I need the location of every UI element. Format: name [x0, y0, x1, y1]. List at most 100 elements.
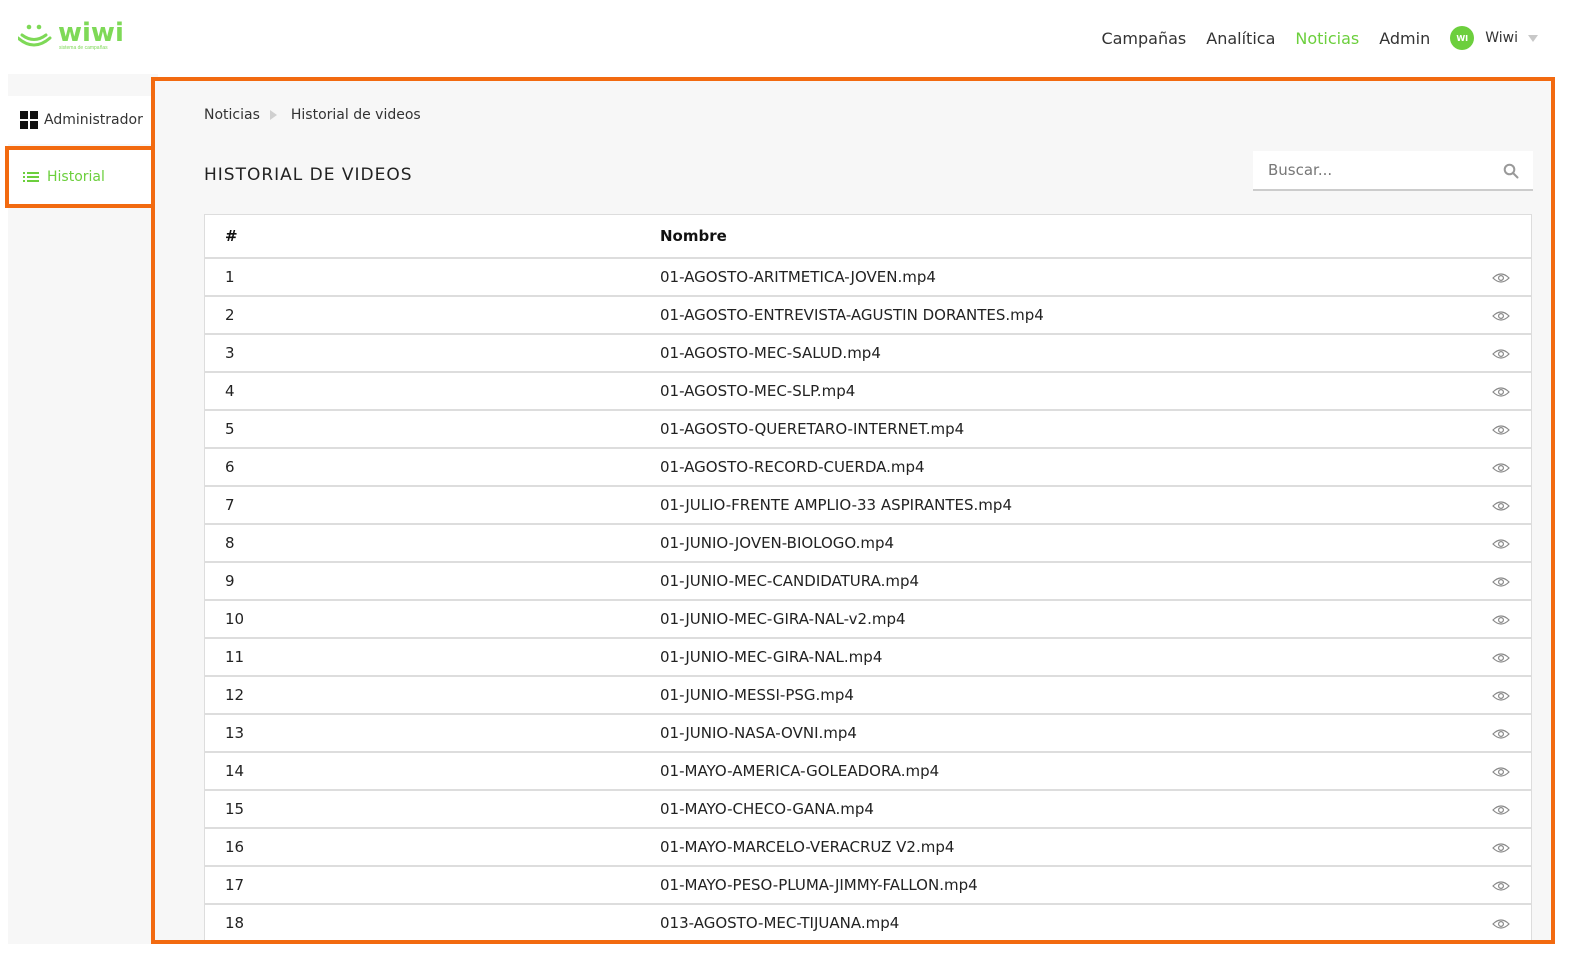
- table-row: 11 01-JUNIO-MEC-GIRA-NAL.mp4: [205, 638, 1531, 677]
- table-row: 3 01-AGOSTO-MEC-SALUD.mp4: [205, 334, 1531, 373]
- table-row: 13 01-JUNIO-NASA-OVNI.mp4: [205, 714, 1531, 753]
- row-view-action: [1471, 904, 1531, 940]
- row-number: 11: [205, 638, 660, 677]
- row-video-name: 013-AGOSTO-MEC-TIJUANA.mp4: [660, 904, 1471, 940]
- search-box: [1253, 151, 1533, 191]
- row-video-name: 01-AGOSTO-ARITMETICA-JOVEN.mp4: [660, 258, 1471, 297]
- row-view-action: [1471, 258, 1531, 297]
- row-number: 1: [205, 258, 660, 297]
- avatar: WI: [1450, 26, 1475, 50]
- column-header-num: #: [205, 215, 660, 259]
- eye-icon[interactable]: [1492, 728, 1510, 740]
- sidebar: Administrador Historial: [5, 74, 161, 944]
- grid-icon: [20, 111, 38, 129]
- sidebar-item-label: Administrador: [44, 112, 143, 128]
- page-title: HISTORIAL DE VIDEOS: [204, 165, 413, 185]
- row-view-action: [1471, 790, 1531, 829]
- row-video-name: 01-MAYO-MARCELO-VERACRUZ V2.mp4: [660, 828, 1471, 867]
- eye-icon[interactable]: [1492, 310, 1510, 322]
- row-number: 6: [205, 448, 660, 487]
- eye-icon[interactable]: [1492, 842, 1510, 854]
- breadcrumb-separator-icon: [269, 110, 277, 120]
- brand-name: wiwi: [58, 18, 124, 48]
- row-video-name: 01-JUNIO-MESSI-PSG.mp4: [660, 676, 1471, 715]
- row-video-name: 01-AGOSTO-RECORD-CUERDA.mp4: [660, 448, 1471, 487]
- eye-icon[interactable]: [1492, 462, 1510, 474]
- row-number: 16: [205, 828, 660, 867]
- eye-icon[interactable]: [1492, 272, 1510, 284]
- eye-icon[interactable]: [1492, 614, 1510, 626]
- nav-analitica[interactable]: Analítica: [1206, 29, 1275, 48]
- table-row: 14 01-MAYO-AMERICA-GOLEADORA.mp4: [205, 752, 1531, 791]
- row-video-name: 01-JULIO-FRENTE AMPLIO-33 ASPIRANTES.mp4: [660, 486, 1471, 525]
- row-video-name: 01-JUNIO-NASA-OVNI.mp4: [660, 714, 1471, 753]
- row-view-action: [1471, 752, 1531, 791]
- eye-icon[interactable]: [1492, 576, 1510, 588]
- row-number: 15: [205, 790, 660, 829]
- row-view-action: [1471, 448, 1531, 487]
- eye-icon[interactable]: [1492, 348, 1510, 360]
- nav-campanas[interactable]: Campañas: [1101, 29, 1186, 48]
- sidebar-item-label: Historial: [47, 169, 105, 185]
- breadcrumb-noticias[interactable]: Noticias: [204, 107, 260, 123]
- brand-tagline: sistema de campañas: [59, 45, 108, 51]
- sidebar-item-administrador[interactable]: Administrador: [8, 96, 158, 144]
- row-video-name: 01-JUNIO-MEC-GIRA-NAL.mp4: [660, 638, 1471, 677]
- chevron-down-icon: [1528, 34, 1538, 42]
- nav-noticias[interactable]: Noticias: [1295, 29, 1359, 48]
- column-header-actions: [1471, 215, 1531, 259]
- row-number: 3: [205, 334, 660, 373]
- row-number: 8: [205, 524, 660, 563]
- row-number: 9: [205, 562, 660, 601]
- row-view-action: [1471, 714, 1531, 753]
- wiwi-logo[interactable]: wiwi sistema de campañas: [18, 18, 128, 54]
- row-view-action: [1471, 296, 1531, 335]
- eye-icon[interactable]: [1492, 500, 1510, 512]
- eye-icon[interactable]: [1492, 424, 1510, 436]
- row-number: 12: [205, 676, 660, 715]
- row-number: 5: [205, 410, 660, 449]
- nav-admin[interactable]: Admin: [1379, 29, 1430, 48]
- table-row: 8 01-JUNIO-JOVEN-BIOLOGO.mp4: [205, 524, 1531, 563]
- search-input[interactable]: [1253, 161, 1483, 179]
- breadcrumb-historial: Historial de videos: [290, 107, 421, 123]
- user-menu[interactable]: WI Wiwi: [1450, 26, 1538, 50]
- row-video-name: 01-AGOSTO-ENTREVISTA-AGUSTIN DORANTES.mp…: [660, 296, 1471, 335]
- table-row: 12 01-JUNIO-MESSI-PSG.mp4: [205, 676, 1531, 715]
- row-view-action: [1471, 828, 1531, 867]
- main-content: Noticias Historial de videos HISTORIAL D…: [151, 77, 1555, 944]
- smile-icon: [18, 24, 52, 47]
- row-view-action: [1471, 410, 1531, 449]
- row-video-name: 01-JUNIO-MEC-GIRA-NAL-v2.mp4: [660, 600, 1471, 639]
- table-row: 15 01-MAYO-CHECO-GANA.mp4: [205, 790, 1531, 829]
- eye-icon[interactable]: [1492, 386, 1510, 398]
- row-number: 4: [205, 372, 660, 411]
- table-row: 17 01-MAYO-PESO-PLUMA-JIMMY-FALLON.mp4: [205, 866, 1531, 905]
- eye-icon[interactable]: [1492, 804, 1510, 816]
- search-icon[interactable]: [1503, 163, 1519, 179]
- row-video-name: 01-AGOSTO-MEC-SLP.mp4: [660, 372, 1471, 411]
- row-view-action: [1471, 562, 1531, 601]
- eye-icon[interactable]: [1492, 538, 1510, 550]
- row-video-name: 01-MAYO-CHECO-GANA.mp4: [660, 790, 1471, 829]
- eye-icon[interactable]: [1492, 690, 1510, 702]
- table-row: 10 01-JUNIO-MEC-GIRA-NAL-v2.mp4: [205, 600, 1531, 639]
- eye-icon[interactable]: [1492, 918, 1510, 930]
- row-view-action: [1471, 600, 1531, 639]
- row-number: 10: [205, 600, 660, 639]
- row-view-action: [1471, 866, 1531, 905]
- table-row: 1 01-AGOSTO-ARITMETICA-JOVEN.mp4: [205, 258, 1531, 297]
- row-video-name: 01-JUNIO-JOVEN-BIOLOGO.mp4: [660, 524, 1471, 563]
- list-icon: [23, 171, 39, 183]
- sidebar-item-historial[interactable]: Historial: [5, 146, 161, 208]
- row-video-name: 01-AGOSTO-QUERETARO-INTERNET.mp4: [660, 410, 1471, 449]
- eye-icon[interactable]: [1492, 880, 1510, 892]
- row-video-name: 01-JUNIO-MEC-CANDIDATURA.mp4: [660, 562, 1471, 601]
- table-row: 18 013-AGOSTO-MEC-TIJUANA.mp4: [205, 904, 1531, 940]
- row-number: 13: [205, 714, 660, 753]
- row-number: 2: [205, 296, 660, 335]
- eye-icon[interactable]: [1492, 766, 1510, 778]
- table-row: 5 01-AGOSTO-QUERETARO-INTERNET.mp4: [205, 410, 1531, 449]
- eye-icon[interactable]: [1492, 652, 1510, 664]
- table-header-row: # Nombre: [205, 215, 1531, 259]
